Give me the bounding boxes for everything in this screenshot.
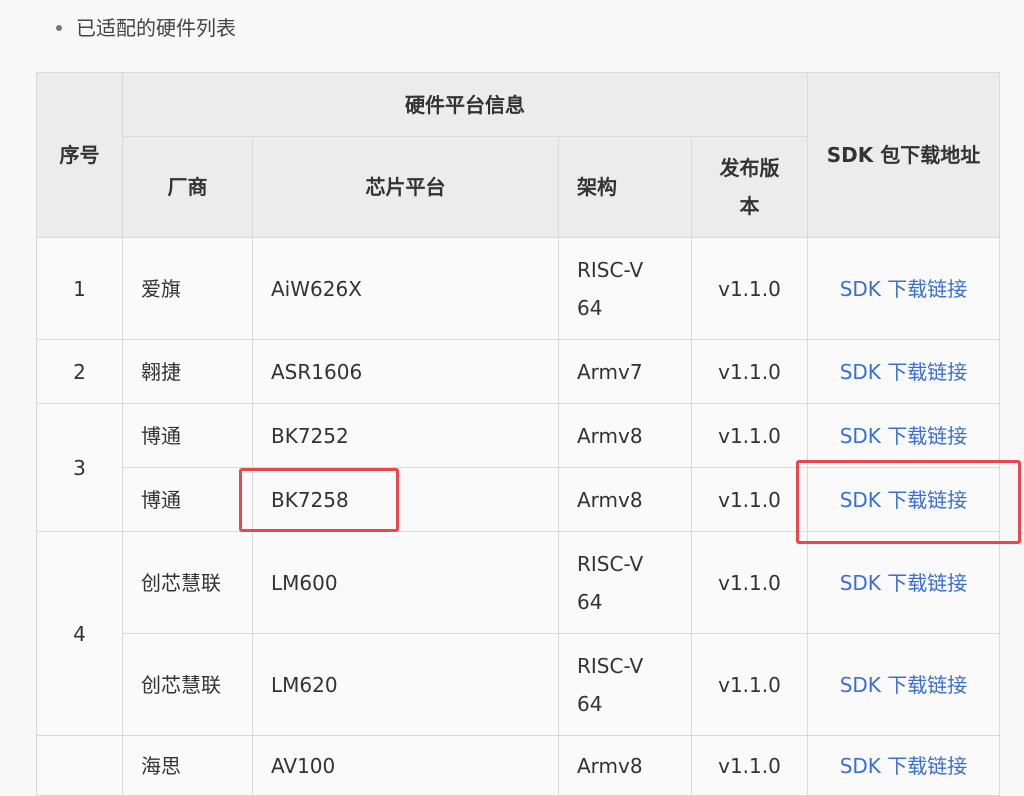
cell-arch: RISC-V 64 bbox=[558, 633, 692, 736]
col-header-group: 硬件平台信息 bbox=[122, 72, 808, 137]
cell-sdk: SDK 下载链接 bbox=[807, 237, 1000, 340]
cell-version: v1.1.0 bbox=[691, 237, 808, 340]
sdk-download-link[interactable]: SDK 下载链接 bbox=[840, 424, 968, 448]
cell-arch: Armv8 bbox=[558, 467, 692, 532]
col-header-vendor: 厂商 bbox=[122, 136, 253, 238]
cell-chip: AiW626X bbox=[252, 237, 559, 340]
cell-sdk: SDK 下载链接 bbox=[807, 403, 1000, 468]
cell-chip: BK7258 bbox=[252, 467, 559, 532]
sdk-download-link[interactable]: SDK 下载链接 bbox=[840, 360, 968, 384]
col-header-seq: 序号 bbox=[36, 72, 123, 238]
cell-sdk: SDK 下载链接 bbox=[807, 531, 1000, 634]
cell-vendor: 爱旗 bbox=[122, 237, 253, 340]
cell-seq: 3 bbox=[36, 403, 123, 532]
cell-vendor: 海思 bbox=[122, 735, 253, 796]
table-row: 海思 AV100 Armv8 v1.1.0 SDK 下载链接 bbox=[36, 735, 1000, 796]
section-bullet: 已适配的硬件列表 bbox=[56, 14, 236, 42]
cell-seq: 2 bbox=[36, 339, 123, 404]
cell-sdk: SDK 下载链接 bbox=[807, 467, 1000, 532]
cell-vendor: 博通 bbox=[122, 467, 253, 532]
cell-sdk: SDK 下载链接 bbox=[807, 735, 1000, 796]
cell-arch: Armv8 bbox=[558, 403, 692, 468]
cell-arch: RISC-V 64 bbox=[558, 531, 692, 634]
table-row: 2 翱捷 ASR1606 Armv7 v1.1.0 SDK 下载链接 bbox=[36, 339, 1000, 404]
cell-arch: Armv7 bbox=[558, 339, 692, 404]
sdk-download-link[interactable]: SDK 下载链接 bbox=[840, 277, 968, 301]
cell-seq bbox=[36, 735, 123, 796]
cell-sdk: SDK 下载链接 bbox=[807, 633, 1000, 736]
cell-version: v1.1.0 bbox=[691, 467, 808, 532]
cell-chip: LM600 bbox=[252, 531, 559, 634]
col-header-version: 发布版本 bbox=[691, 136, 808, 238]
cell-chip: LM620 bbox=[252, 633, 559, 736]
sdk-download-link[interactable]: SDK 下载链接 bbox=[840, 571, 968, 595]
table-row: 博通 BK7258 Armv8 v1.1.0 SDK 下载链接 bbox=[37, 467, 1000, 532]
cell-sdk: SDK 下载链接 bbox=[807, 339, 1000, 404]
cell-version: v1.1.0 bbox=[691, 403, 808, 468]
sdk-download-link[interactable]: SDK 下载链接 bbox=[840, 488, 968, 512]
col-header-arch: 架构 bbox=[558, 136, 692, 238]
cell-vendor: 博通 bbox=[122, 403, 253, 468]
cell-chip: AV100 bbox=[252, 735, 559, 796]
table-row: 4 创芯慧联 LM600 RISC-V 64 v1.1.0 SDK 下载链接 bbox=[36, 531, 1000, 736]
section-title: 已适配的硬件列表 bbox=[76, 16, 236, 40]
cell-vendor: 创芯慧联 bbox=[122, 633, 253, 736]
cell-chip: BK7252 bbox=[252, 403, 559, 468]
table-row: 3 博通 BK7252 Armv8 v1.1.0 SDK 下载链接 bbox=[36, 403, 1000, 532]
hardware-table: 序号 硬件平台信息 SDK 包下载地址 厂商 芯片平台 架构 发布版本 1 爱旗… bbox=[36, 72, 1000, 796]
cell-vendor: 翱捷 bbox=[122, 339, 253, 404]
cell-vendor: 创芯慧联 bbox=[122, 531, 253, 634]
cell-version: v1.1.0 bbox=[691, 633, 808, 736]
cell-chip: ASR1606 bbox=[252, 339, 559, 404]
cell-arch: RISC-V 64 bbox=[558, 237, 692, 340]
cell-seq: 4 bbox=[36, 531, 123, 736]
bullet-dot-icon bbox=[56, 24, 62, 31]
cell-version: v1.1.0 bbox=[691, 735, 808, 796]
table-row: 1 爱旗 AiW626X RISC-V 64 v1.1.0 SDK 下载链接 bbox=[36, 237, 1000, 340]
col-header-sdk: SDK 包下载地址 bbox=[807, 72, 1000, 238]
cell-seq: 1 bbox=[36, 237, 123, 340]
cell-arch: Armv8 bbox=[558, 735, 692, 796]
sdk-download-link[interactable]: SDK 下载链接 bbox=[840, 673, 968, 697]
cell-version: v1.1.0 bbox=[691, 339, 808, 404]
table-row: 创芯慧联 LM620 RISC-V 64 v1.1.0 SDK 下载链接 bbox=[37, 633, 1000, 736]
sdk-download-link[interactable]: SDK 下载链接 bbox=[840, 754, 968, 778]
col-header-chip: 芯片平台 bbox=[252, 136, 559, 238]
cell-version: v1.1.0 bbox=[691, 531, 808, 634]
